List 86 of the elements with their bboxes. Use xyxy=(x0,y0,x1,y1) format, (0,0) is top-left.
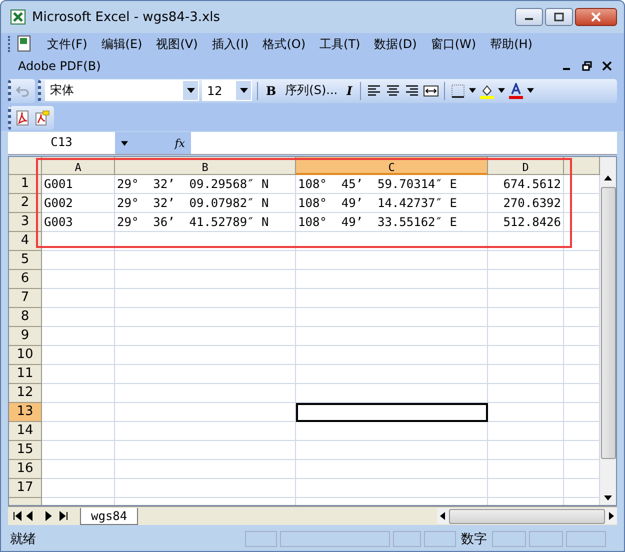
pdf-icon[interactable] xyxy=(15,110,31,126)
dropdown-arrow-icon[interactable] xyxy=(527,88,534,93)
sequence-button[interactable]: 序列(S)... xyxy=(282,82,341,99)
merge-center-icon[interactable] xyxy=(423,82,440,98)
maximize-icon xyxy=(553,12,565,22)
row-header[interactable]: 8 xyxy=(9,308,42,327)
row-header[interactable]: 11 xyxy=(9,365,42,384)
table-cell: 108° 45’ 59.70314″ E xyxy=(296,175,488,194)
italic-button[interactable]: I xyxy=(344,84,356,98)
table-cell: G001 xyxy=(42,175,115,194)
menu-item[interactable]: 格式(O) xyxy=(256,36,313,52)
table-cell: G002 xyxy=(42,194,115,213)
scroll-right-icon[interactable] xyxy=(609,512,614,520)
row-header[interactable]: 1 xyxy=(9,175,42,194)
font-size-dropdown[interactable]: 12 xyxy=(202,80,252,101)
row-header[interactable]: 9 xyxy=(9,327,42,346)
row-header[interactable]: 17 xyxy=(9,479,42,498)
table-cell: G003 xyxy=(42,213,115,232)
menu-item[interactable]: 视图(V) xyxy=(149,36,205,52)
menu-item[interactable]: 帮助(H) xyxy=(483,36,540,52)
window-title: Microsoft Excel - wgs84-3.xls xyxy=(32,10,220,24)
row-header[interactable]: 5 xyxy=(9,251,42,270)
status-panel xyxy=(424,531,456,547)
status-panel xyxy=(393,531,421,547)
scroll-up-icon[interactable] xyxy=(604,174,612,182)
row-header[interactable]: 2 xyxy=(9,194,42,213)
row-header[interactable]: 3 xyxy=(9,213,42,232)
row-header[interactable]: 12 xyxy=(9,384,42,403)
select-all-corner[interactable] xyxy=(9,157,42,175)
dropdown-arrow-icon[interactable] xyxy=(469,88,476,93)
spreadsheet-icon xyxy=(10,9,26,25)
close-icon xyxy=(590,12,602,22)
scroll-left-icon[interactable] xyxy=(440,512,445,520)
table-cell: 29° 36’ 41.52789″ N xyxy=(115,213,296,232)
maximize-button[interactable] xyxy=(545,8,573,26)
horizontal-scrollbar[interactable] xyxy=(437,508,617,524)
status-panel xyxy=(492,531,526,547)
table-cell: 108° 49’ 14.42737″ E xyxy=(296,194,488,213)
row-header[interactable]: 4 xyxy=(9,232,42,251)
bold-button[interactable]: B xyxy=(263,84,280,98)
font-color-icon[interactable] xyxy=(508,82,524,98)
menu-item[interactable]: 数据(D) xyxy=(367,36,424,52)
row-header[interactable]: 14 xyxy=(9,422,42,441)
table-cell: 29° 32’ 09.29568″ N xyxy=(115,175,296,194)
function-label[interactable]: fx xyxy=(174,136,185,150)
row-header[interactable]: 15 xyxy=(9,441,42,460)
status-panel xyxy=(529,531,563,547)
caret-icon xyxy=(240,88,248,93)
table-cell: 512.8426 xyxy=(488,213,564,232)
name-box[interactable]: C13 xyxy=(8,132,115,154)
table-cell: 29° 32’ 09.07982″ N xyxy=(115,194,296,213)
row-header[interactable]: 13 xyxy=(9,403,42,422)
menu-item[interactable]: 窗口(W) xyxy=(424,36,484,52)
menu-item[interactable]: Adobe PDF(B) xyxy=(11,59,108,73)
pdf-comment-icon[interactable] xyxy=(34,110,50,126)
table-cell: 270.6392 xyxy=(488,194,564,213)
restore-icon[interactable] xyxy=(582,61,592,71)
sheet-tab[interactable]: wgs84 xyxy=(80,508,138,524)
align-left-icon[interactable] xyxy=(366,82,382,98)
font-dropdown[interactable]: 宋体 xyxy=(45,80,199,101)
fill-color-icon[interactable] xyxy=(479,82,496,98)
status-panel xyxy=(566,531,606,547)
borders-icon[interactable] xyxy=(450,82,466,98)
vertical-scrollbar[interactable] xyxy=(600,157,616,505)
table-cell: 674.5612 xyxy=(488,175,564,194)
menu-item[interactable]: 工具(T) xyxy=(312,36,368,52)
close-icon[interactable] xyxy=(602,61,612,71)
status-panel xyxy=(245,531,277,547)
align-center-icon[interactable] xyxy=(385,82,402,98)
row-header[interactable]: 6 xyxy=(9,270,42,289)
align-right-icon[interactable] xyxy=(404,82,420,98)
caret-icon xyxy=(186,88,194,93)
dropdown-arrow-icon[interactable] xyxy=(121,140,128,146)
status-indicator: 数字 xyxy=(460,531,488,548)
row-header[interactable]: 7 xyxy=(9,289,42,308)
close-button[interactable] xyxy=(575,8,617,26)
row-header[interactable]: 16 xyxy=(9,460,42,479)
scroll-down-icon[interactable] xyxy=(604,494,612,502)
minimize-button[interactable] xyxy=(515,8,543,26)
table-cell: 108° 49’ 33.55162″ E xyxy=(296,213,488,232)
menu-item[interactable]: 编辑(E) xyxy=(94,36,150,52)
status-text: 就绪 xyxy=(10,531,36,548)
menu-item[interactable]: 文件(F) xyxy=(40,36,94,52)
dropdown-arrow-icon[interactable] xyxy=(498,88,506,93)
row-header[interactable]: 10 xyxy=(9,346,42,365)
menu-item[interactable]: 插入(I) xyxy=(204,36,256,52)
